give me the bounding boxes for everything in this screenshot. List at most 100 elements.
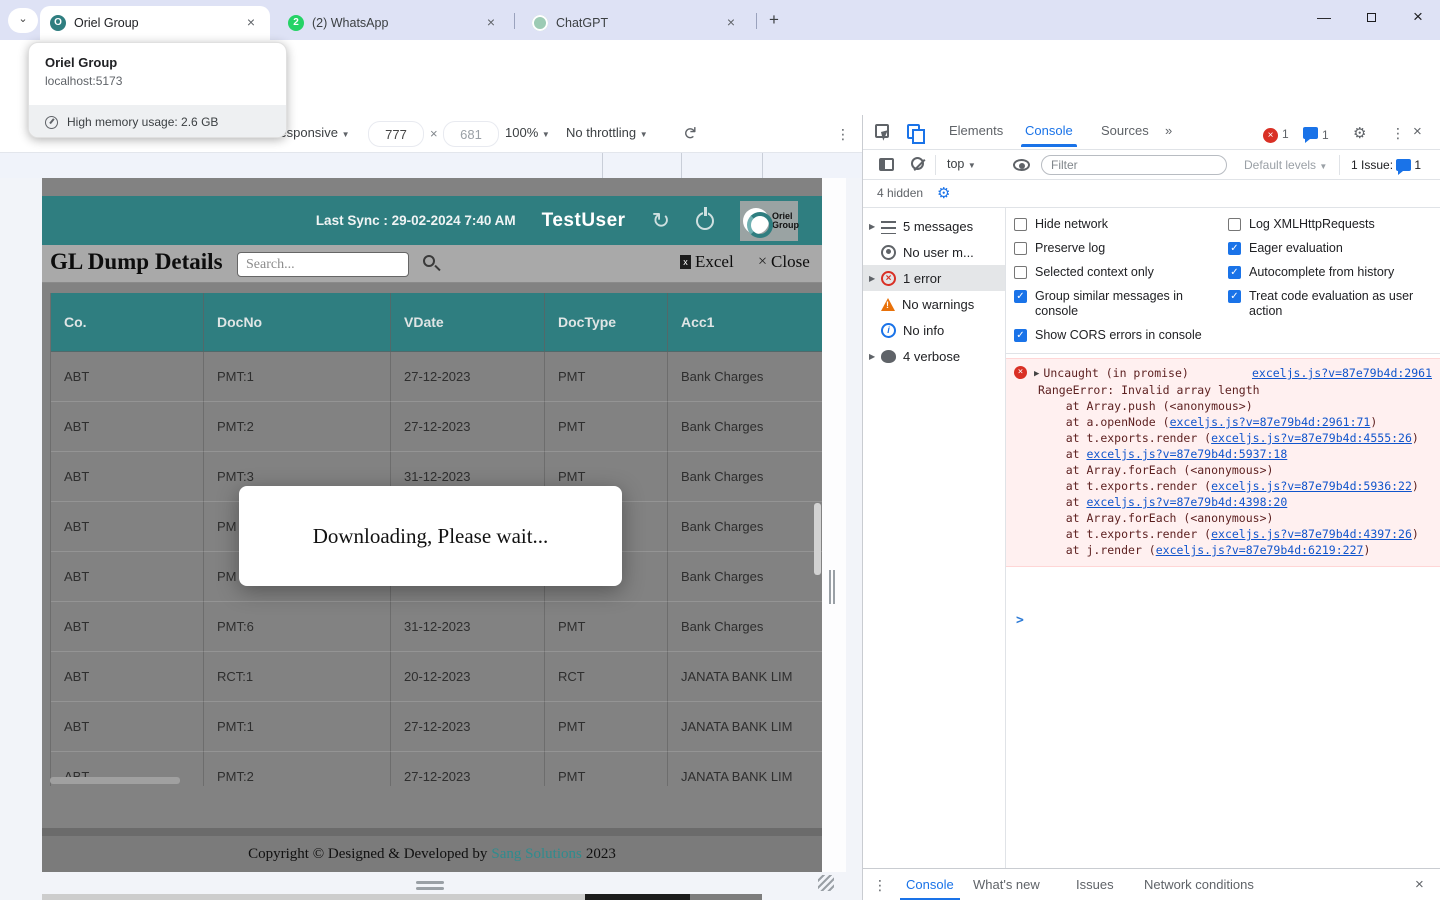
setting-cors-errors[interactable]: Show CORS errors in console <box>1014 328 1218 343</box>
tab-elements[interactable]: Elements <box>949 123 1003 138</box>
search-icon[interactable] <box>423 255 435 267</box>
setting-preserve-log[interactable]: Preserve log <box>1014 241 1218 256</box>
sidebar-warnings[interactable]: No warnings <box>863 291 1005 317</box>
search-input[interactable] <box>237 252 409 277</box>
live-expression-icon[interactable] <box>1013 159 1030 171</box>
console-error-message[interactable]: × ▶ Uncaught (in promise) exceljs.js?v=8… <box>1006 358 1440 567</box>
stack-link[interactable]: exceljs.js?v=87e79b4d:5937:18 <box>1086 447 1287 461</box>
drawer-close-icon[interactable]: × <box>1415 876 1424 893</box>
clear-console-icon[interactable] <box>911 157 924 170</box>
tab-chatgpt[interactable]: ChatGPT × <box>522 6 750 40</box>
more-tabs-button[interactable]: » <box>1165 123 1172 138</box>
maximize-button[interactable] <box>1349 0 1393 36</box>
refresh-icon[interactable]: ↻ <box>652 210 670 232</box>
sidebar-info[interactable]: iNo info <box>863 317 1005 343</box>
excel-export-button[interactable]: x Excel <box>680 252 734 272</box>
console-filter-input[interactable] <box>1041 155 1227 175</box>
table-row[interactable]: ABTPMT:631-12-2023PMTBank Charges <box>51 602 822 652</box>
close-report-button[interactable]: × Close <box>758 252 810 272</box>
drawer-tab-network-conditions[interactable]: Network conditions <box>1144 877 1254 892</box>
throttling-select[interactable]: No throttling ▼ <box>566 125 648 140</box>
col-header-doctype[interactable]: DocType <box>545 293 668 352</box>
sang-solutions-link[interactable]: Sang Solutions <box>491 846 581 863</box>
zoom-select[interactable]: 100% ▼ <box>505 125 550 140</box>
inspect-element-icon[interactable] <box>875 124 889 138</box>
tab-close-icon[interactable]: × <box>722 14 740 32</box>
setting-group-similar[interactable]: Group similar messages in console <box>1014 289 1218 319</box>
setting-hide-network[interactable]: Hide network <box>1014 217 1218 232</box>
setting-log-xhr[interactable]: Log XMLHttpRequests <box>1228 217 1432 232</box>
setting-autocomplete-history[interactable]: Autocomplete from history <box>1228 265 1432 280</box>
sidebar-all-messages[interactable]: ▶5 messages <box>863 213 1005 239</box>
sidebar-user-messages[interactable]: No user m... <box>863 239 1005 265</box>
console-sidebar-toggle-icon[interactable] <box>879 158 894 171</box>
stack-link[interactable]: exceljs.js?v=87e79b4d:2961:71 <box>1170 415 1371 429</box>
table-row[interactable]: ABTPMT:127-12-2023PMTJANATA BANK LIM <box>51 702 822 752</box>
rotate-device-icon[interactable]: ↻ <box>679 126 699 140</box>
setting-eager-eval[interactable]: Eager evaluation <box>1228 241 1432 256</box>
device-height-input[interactable] <box>443 121 499 147</box>
expand-arrow-icon[interactable]: ▶ <box>1034 366 1039 382</box>
horizontal-scrollbar-thumb[interactable] <box>50 777 180 784</box>
drawer-tab-whats-new[interactable]: What's new <box>973 877 1040 892</box>
power-icon[interactable] <box>696 212 714 230</box>
sidebar-verbose[interactable]: ▶4 verbose <box>863 343 1005 369</box>
tab-close-icon[interactable]: × <box>242 14 260 32</box>
checkbox[interactable] <box>1014 329 1027 342</box>
corner-resize-handle[interactable] <box>818 875 834 891</box>
drawer-tab-console[interactable]: Console <box>906 877 954 892</box>
drawer-menu-icon[interactable]: ⋮ <box>873 877 887 894</box>
stack-link[interactable]: exceljs.js?v=87e79b4d:4555:26 <box>1211 431 1412 445</box>
checkbox[interactable] <box>1228 218 1241 231</box>
expand-arrow-icon[interactable]: ▶ <box>869 352 881 361</box>
devtools-menu-icon[interactable]: ⋮ <box>1391 125 1405 142</box>
viewport-bottom-resize-handle[interactable] <box>416 887 444 890</box>
context-select[interactable]: top ▼ <box>947 157 976 171</box>
table-row[interactable]: ABTRCT:120-12-2023RCTJANATA BANK LIM <box>51 652 822 702</box>
error-source-link[interactable]: exceljs.js?v=87e79b4d:2961 <box>1252 365 1432 381</box>
viewport-resize-handle[interactable] <box>833 570 835 604</box>
col-header-acc1[interactable]: Acc1 <box>668 293 822 352</box>
drawer-tab-issues[interactable]: Issues <box>1076 877 1114 892</box>
device-toolbar-toggle-icon[interactable] <box>907 124 920 139</box>
hidden-settings-gear-icon[interactable]: ⚙ <box>937 184 950 202</box>
setting-selected-context[interactable]: Selected context only <box>1014 265 1218 280</box>
tab-close-icon[interactable]: × <box>482 14 500 32</box>
tab-console[interactable]: Console <box>1025 123 1073 138</box>
viewport-bottom-resize-handle[interactable] <box>416 881 444 884</box>
tab-oriel-group[interactable]: O Oriel Group × <box>40 6 270 40</box>
vertical-scrollbar-thumb[interactable] <box>814 503 821 575</box>
checkbox[interactable] <box>1228 266 1241 279</box>
checkbox[interactable] <box>1014 242 1027 255</box>
devtools-settings-icon[interactable]: ⚙ <box>1353 124 1366 142</box>
checkbox[interactable] <box>1228 290 1241 303</box>
stack-link[interactable]: exceljs.js?v=87e79b4d:6219:227 <box>1156 543 1364 557</box>
issues-counter[interactable]: 1 Issue: 1 <box>1351 158 1421 172</box>
console-prompt-chevron[interactable]: > <box>1016 613 1024 628</box>
col-header-vdate[interactable]: VDate <box>391 293 545 352</box>
devtools-close-icon[interactable]: × <box>1413 123 1422 140</box>
tab-search-button[interactable]: ⌄ <box>8 8 38 33</box>
stack-link[interactable]: exceljs.js?v=87e79b4d:4397:26 <box>1211 527 1412 541</box>
new-tab-button[interactable]: + <box>762 9 786 33</box>
sidebar-errors[interactable]: ▶×1 error <box>863 265 1005 291</box>
minimize-button[interactable]: — <box>1302 0 1346 36</box>
message-count-badge[interactable]: 1 <box>1303 126 1329 144</box>
checkbox[interactable] <box>1014 266 1027 279</box>
table-row[interactable]: ABTPMT:127-12-2023PMTBank Charges <box>51 352 822 402</box>
viewport-resize-handle[interactable] <box>829 570 831 604</box>
expand-arrow-icon[interactable]: ▶ <box>869 222 881 231</box>
bottom-scroll-thumb[interactable] <box>585 894 690 900</box>
expand-arrow-icon[interactable]: ▶ <box>869 274 881 283</box>
error-count-badge[interactable]: ×1 <box>1263 125 1289 143</box>
stack-link[interactable]: exceljs.js?v=87e79b4d:5936:22 <box>1211 479 1412 493</box>
setting-treat-eval-user-action[interactable]: Treat code evaluation as user action <box>1228 289 1432 319</box>
table-row[interactable]: ABTPMT:227-12-2023PMTBank Charges <box>51 402 822 452</box>
device-width-input[interactable] <box>368 121 424 147</box>
tab-whatsapp[interactable]: 2 (2) WhatsApp × <box>278 6 510 40</box>
checkbox[interactable] <box>1014 218 1027 231</box>
col-header-docno[interactable]: DocNo <box>204 293 391 352</box>
col-header-co[interactable]: Co. <box>51 293 204 352</box>
device-toolbar-menu-icon[interactable]: ⋮ <box>836 126 850 143</box>
log-levels-select[interactable]: Default levels ▼ <box>1244 158 1327 172</box>
